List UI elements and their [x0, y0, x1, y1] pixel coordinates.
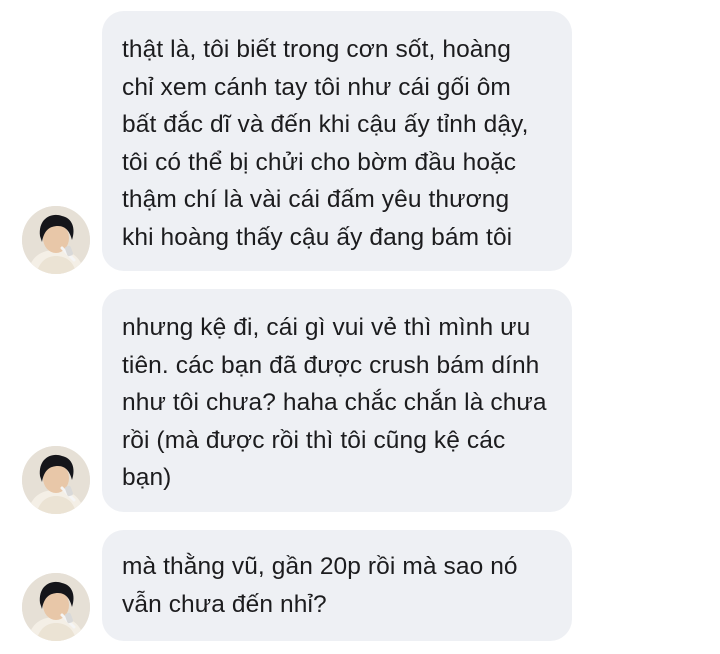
profile-avatar-icon — [22, 206, 90, 274]
message-text: mà thằng vũ, gần 20p rồi mà sao nó vẫn c… — [122, 553, 518, 618]
message-bubble[interactable]: thật là, tôi biết trong cơn sốt, hoàng c… — [102, 11, 572, 271]
message-text: thật là, tôi biết trong cơn sốt, hoàng c… — [122, 36, 529, 251]
profile-avatar-icon — [22, 446, 90, 514]
avatar[interactable] — [22, 573, 90, 641]
message-text: nhưng kệ đi, cái gì vui vẻ thì mình ưu t… — [122, 314, 547, 491]
avatar[interactable] — [22, 206, 90, 274]
message-bubble[interactable]: nhưng kệ đi, cái gì vui vẻ thì mình ưu t… — [102, 289, 572, 512]
avatar[interactable] — [22, 446, 90, 514]
profile-avatar-icon — [22, 573, 90, 641]
message-bubble[interactable]: mà thằng vũ, gần 20p rồi mà sao nó vẫn c… — [102, 530, 572, 641]
